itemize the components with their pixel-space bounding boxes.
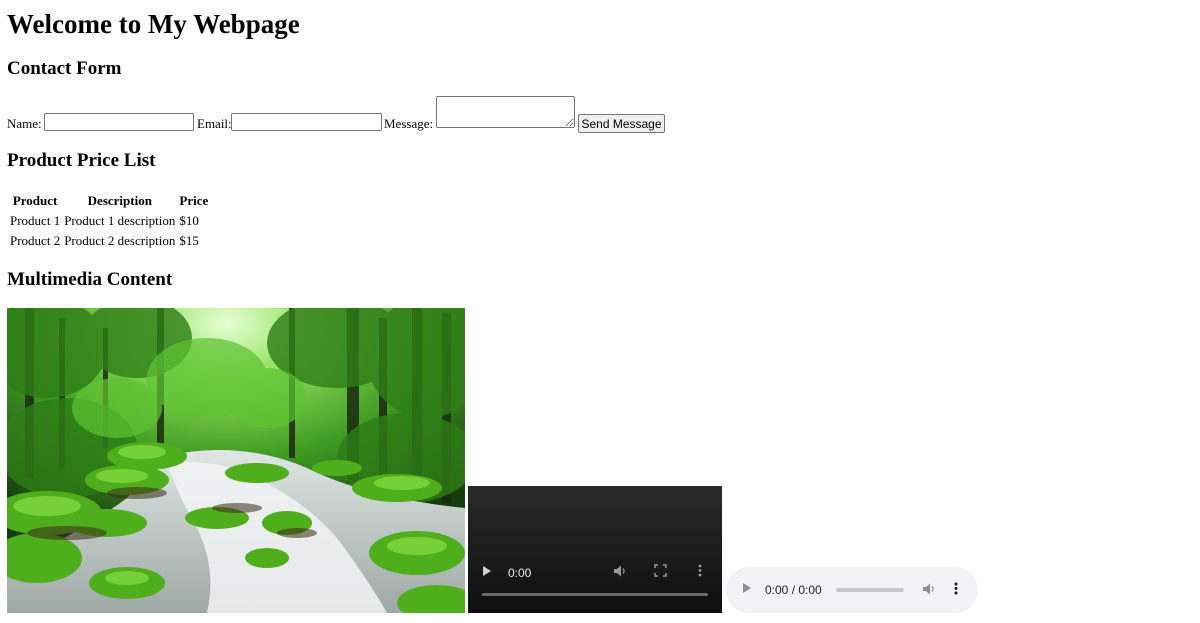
contact-form: Name: Email: Message: Send Message: [7, 96, 687, 136]
column-header: Product: [12, 193, 58, 208]
product-cell: Product 2: [10, 233, 61, 248]
price-table: Product Description Price Product 1 Prod…: [7, 190, 211, 252]
table-row: Product 2 Product 2 description $15: [9, 232, 209, 250]
table-header-row: Product Description Price: [9, 192, 209, 210]
video-progress-bar[interactable]: [482, 593, 708, 596]
audio-player[interactable]: 0:00 / 0:00: [726, 567, 978, 613]
webpage: Welcome to My Webpage Contact Form Name:…: [0, 0, 1200, 623]
video-player[interactable]: 0:00: [468, 486, 722, 613]
contact-form-heading: Contact Form: [7, 58, 122, 79]
description-cell: Product 2 description: [64, 233, 176, 248]
name-label: Name:: [7, 116, 42, 131]
price-cell: $15: [179, 233, 199, 248]
email-input[interactable]: [231, 113, 382, 131]
volume-icon[interactable]: [613, 564, 627, 581]
email-label: Email:: [197, 116, 232, 131]
multimedia-heading: Multimedia Content: [7, 269, 173, 290]
send-message-button[interactable]: Send Message: [578, 114, 665, 133]
audio-progress-bar[interactable]: [836, 588, 904, 592]
more-options-icon[interactable]: [954, 582, 958, 598]
fullscreen-icon[interactable]: [654, 564, 667, 580]
play-icon[interactable]: [742, 582, 752, 597]
table-row: Product 1 Product 1 description $10: [9, 212, 209, 230]
video-time: 0:00: [508, 566, 532, 580]
more-options-icon[interactable]: [698, 564, 702, 580]
forest-stream-image: [7, 308, 465, 613]
page-title: Welcome to My Webpage: [7, 9, 300, 39]
price-list-heading: Product Price List: [7, 150, 156, 171]
name-input[interactable]: [44, 113, 194, 131]
description-cell: Product 1 description: [64, 213, 176, 228]
price-cell: $10: [179, 213, 199, 228]
message-textarea[interactable]: [436, 96, 575, 128]
volume-icon[interactable]: [922, 582, 936, 599]
product-cell: Product 1: [10, 213, 61, 228]
column-header: Description: [87, 193, 152, 208]
message-label: Message:: [384, 116, 434, 131]
column-header: Price: [179, 193, 209, 208]
audio-time: 0:00 / 0:00: [765, 583, 822, 597]
play-icon[interactable]: [482, 565, 492, 580]
